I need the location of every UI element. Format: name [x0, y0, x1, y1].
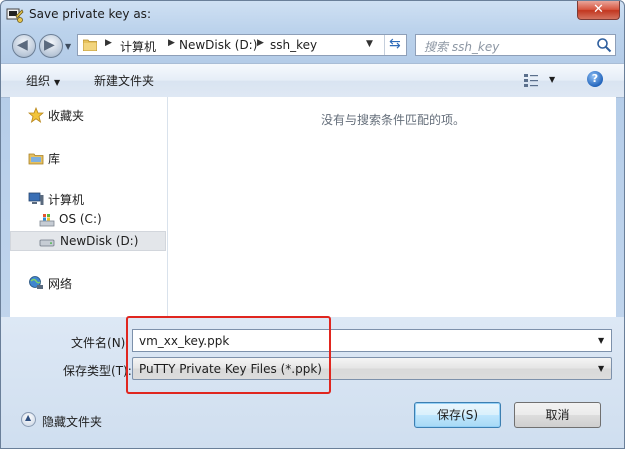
- nav-item-drive-c[interactable]: OS (C:): [39, 210, 159, 230]
- organize-label: 组织: [26, 74, 51, 88]
- recent-locations-chevron-down-icon[interactable]: ▼: [65, 42, 71, 51]
- nav-item-network[interactable]: 网络: [28, 273, 158, 293]
- nav-item-favorites[interactable]: 收藏夹: [28, 105, 158, 125]
- annotation-highlight-box: [126, 316, 331, 394]
- chevron-down-icon: ▼: [54, 78, 61, 87]
- breadcrumb-separator-icon[interactable]: ▶: [257, 38, 264, 48]
- puttygen-app-icon: [6, 8, 24, 23]
- back-button[interactable]: ◀: [12, 34, 36, 58]
- address-history-chevron-down-icon[interactable]: ▼: [366, 39, 373, 49]
- search-input[interactable]: 搜索 ssh_key: [415, 34, 616, 56]
- breadcrumb-computer[interactable]: 计算机: [120, 38, 156, 55]
- filename-history-chevron-down-icon[interactable]: ▼: [598, 336, 604, 345]
- star-icon: [28, 107, 44, 123]
- filetype-label-text: 保存类型: [63, 364, 112, 378]
- back-arrow-icon: ◀: [17, 37, 28, 53]
- file-list-pane[interactable]: 没有与搜索条件匹配的项。: [168, 97, 616, 317]
- filename-label-text: 文件名: [71, 336, 108, 350]
- organize-menu[interactable]: 组织 ▼: [26, 72, 60, 89]
- filename-label: 文件名(N):: [71, 334, 129, 351]
- folder-icon: [83, 39, 97, 51]
- close-button[interactable]: ✕: [577, 1, 620, 20]
- change-view-icon[interactable]: [523, 72, 539, 88]
- nav-item-label: 收藏夹: [48, 109, 85, 123]
- breadcrumb-newdisk[interactable]: NewDisk (D:): [179, 38, 257, 52]
- chevron-up-icon: ▲: [25, 413, 32, 422]
- hide-folders-label[interactable]: 隐藏文件夹: [42, 413, 102, 430]
- navigation-pane: 收藏夹 库 计算机 OS (C:) NewDisk (D:) 网络: [10, 97, 168, 317]
- breadcrumb-separator-icon[interactable]: ▶: [168, 38, 175, 48]
- forward-button[interactable]: ▶: [39, 34, 63, 58]
- forward-arrow-icon: ▶: [44, 37, 55, 53]
- nav-item-label: 计算机: [48, 193, 85, 207]
- hard-drive-icon: [39, 239, 55, 247]
- view-options-chevron-down-icon[interactable]: ▼: [549, 75, 555, 84]
- breadcrumb-ssh-key[interactable]: ssh_key: [270, 38, 317, 52]
- new-folder-button[interactable]: 新建文件夹: [94, 72, 154, 89]
- nav-item-drive-d[interactable]: NewDisk (D:): [10, 231, 166, 251]
- refresh-button[interactable]: ⇆: [384, 35, 407, 55]
- library-icon: [28, 153, 44, 165]
- nav-item-libraries[interactable]: 库: [28, 148, 158, 168]
- nav-item-computer[interactable]: 计算机: [28, 189, 158, 209]
- help-icon[interactable]: ?: [587, 71, 603, 87]
- search-icon[interactable]: [596, 37, 612, 53]
- network-icon: [29, 276, 43, 289]
- address-bar[interactable]: ▶ 计算机 ▶ NewDisk (D:) ▶ ssh_key ▼ ⇆: [77, 34, 407, 56]
- cancel-button[interactable]: 取消: [514, 402, 601, 428]
- close-icon: ✕: [593, 2, 604, 17]
- search-placeholder: 搜索 ssh_key: [424, 40, 500, 54]
- save-button-label: 保存: [437, 408, 462, 422]
- title-bar: Save private key as: ✕: [1, 1, 624, 29]
- save-hotkey: (S): [461, 408, 478, 422]
- computer-icon: [28, 192, 44, 205]
- chevron-down-icon: ▼: [598, 364, 605, 373]
- filetype-label: 保存类型(T):: [63, 362, 132, 379]
- window-title: Save private key as:: [29, 7, 151, 21]
- save-dialog-window: Save private key as: ✕ ◀ ▶ ▼ ▶ 计算机 ▶ New…: [0, 0, 625, 449]
- refresh-icon: ⇆: [389, 36, 401, 52]
- nav-item-label: 库: [48, 152, 61, 166]
- command-toolbar: 组织 ▼ 新建文件夹 ▼ ?: [1, 63, 624, 98]
- windows-drive-icon: [39, 214, 55, 227]
- breadcrumb-separator-icon[interactable]: ▶: [105, 38, 112, 48]
- nav-item-label: NewDisk (D:): [60, 234, 139, 248]
- nav-item-label: 网络: [48, 277, 73, 291]
- hide-folders-toggle[interactable]: ▲: [21, 412, 36, 427]
- save-button[interactable]: 保存(S): [414, 402, 501, 428]
- empty-results-message: 没有与搜索条件匹配的项。: [321, 113, 466, 127]
- nav-item-label: OS (C:): [59, 212, 102, 226]
